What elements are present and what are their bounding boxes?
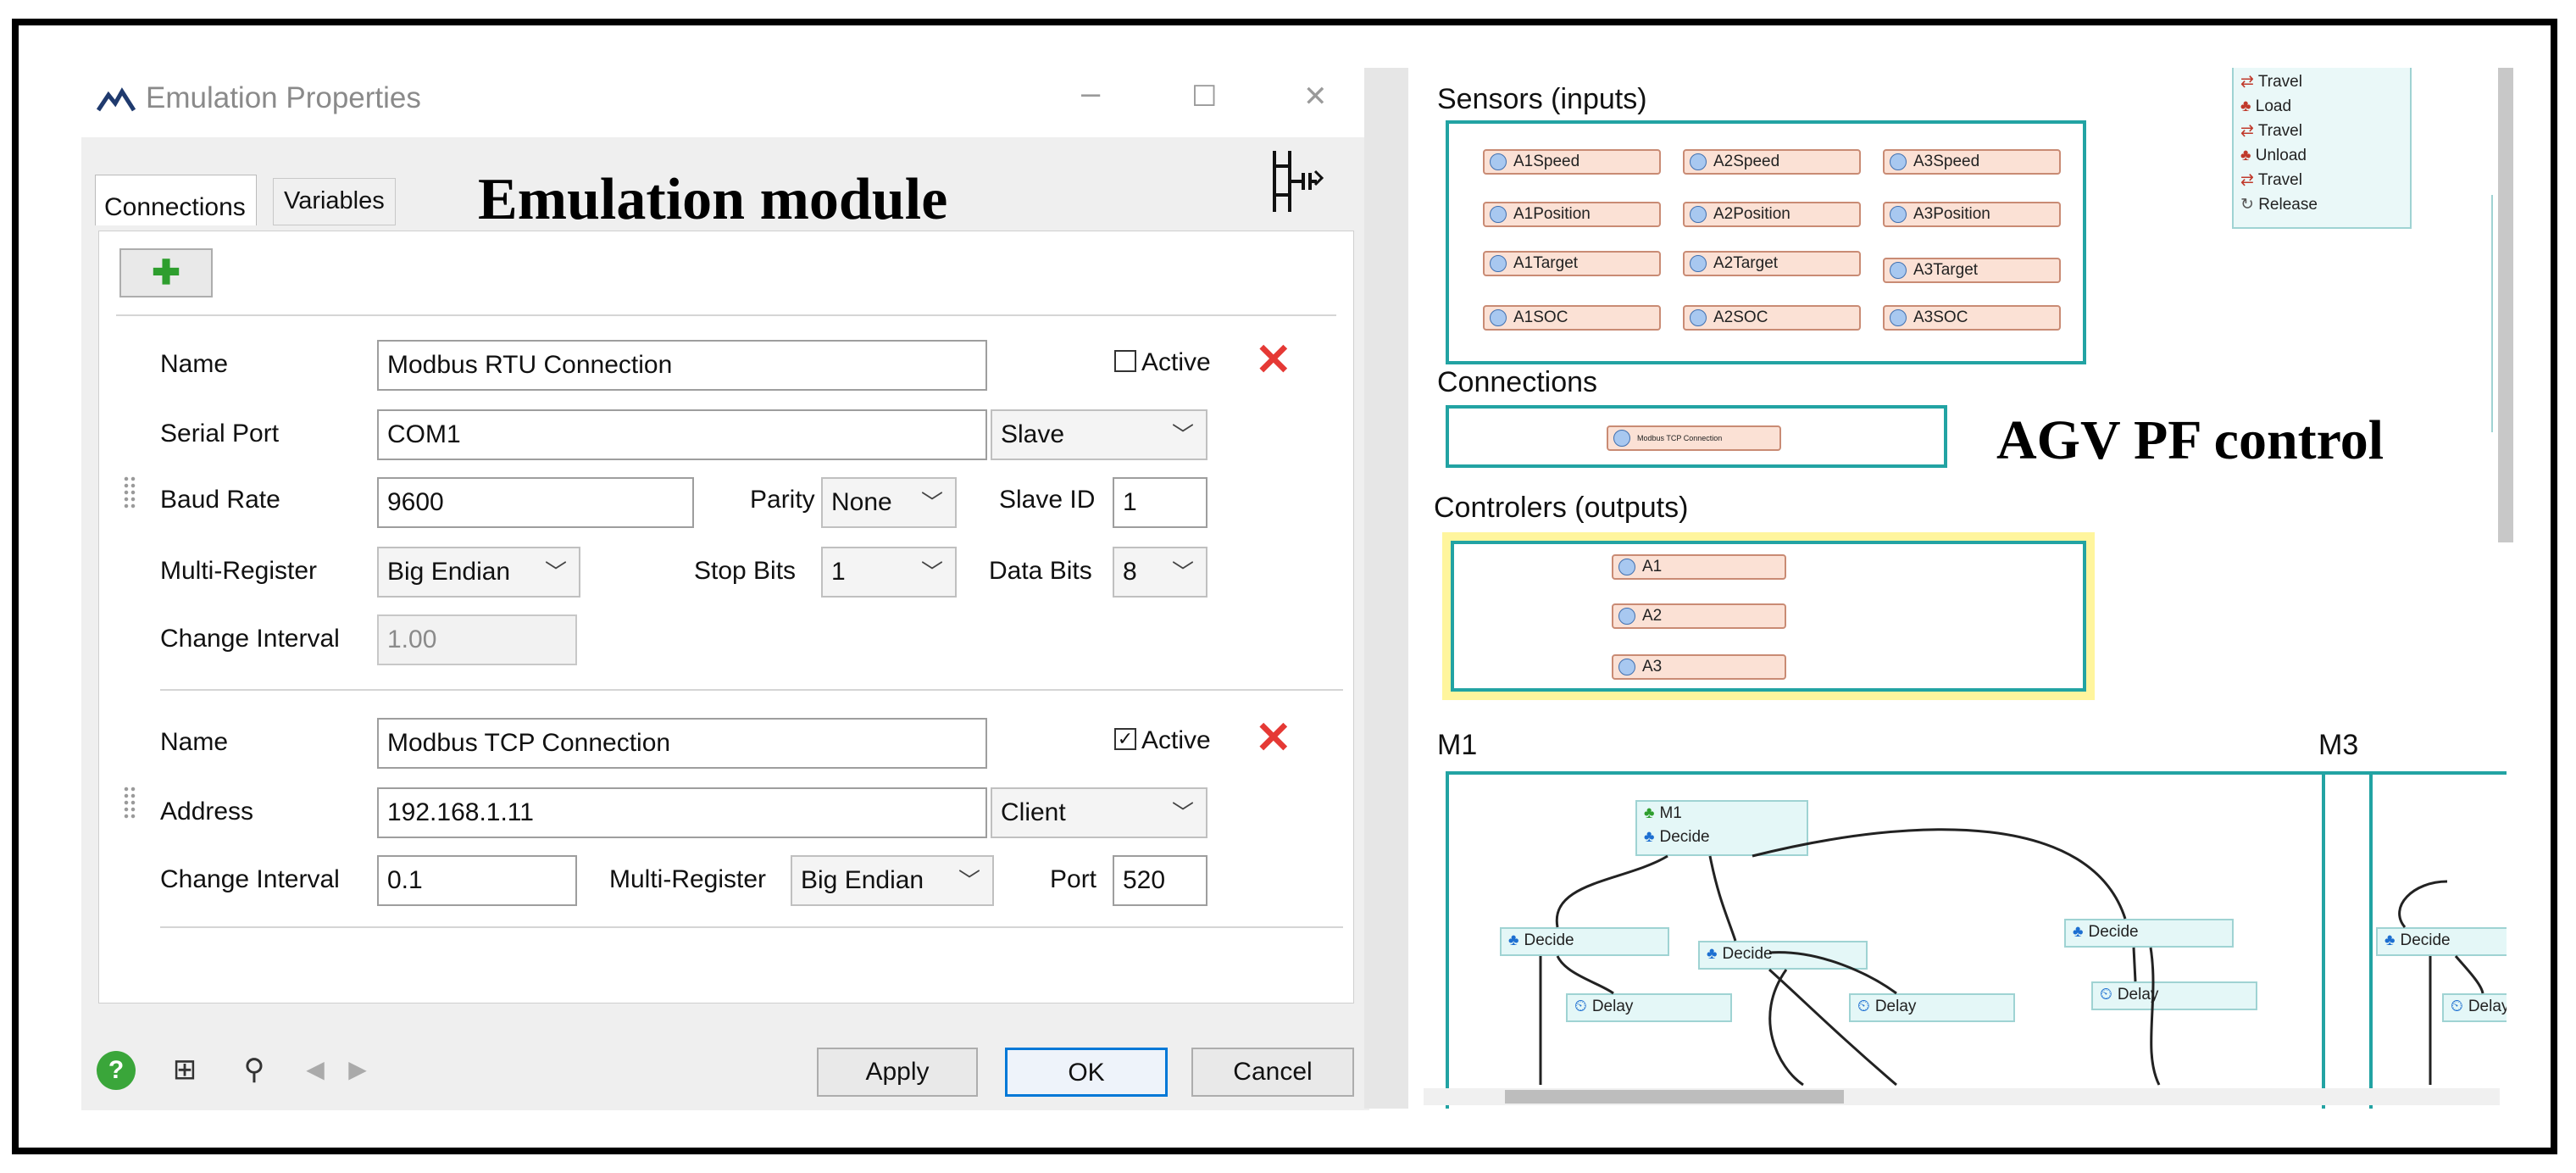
tab-variables[interactable]: Variables: [273, 178, 396, 225]
parity-select[interactable]: None ﹀: [821, 477, 957, 528]
tcp-multi-register-select[interactable]: Big Endian ﹀: [791, 855, 994, 906]
data-bits-value: 8: [1123, 558, 1137, 586]
cancel-button[interactable]: Cancel: [1191, 1048, 1354, 1097]
emulation-properties-dialog: Emulation Properties – ☐ ✕ Connections V…: [81, 68, 1369, 1110]
chevron-down-icon: ﹀: [1171, 422, 1194, 448]
parity-label: Parity: [750, 486, 815, 514]
slave-id-input[interactable]: 1: [1113, 477, 1208, 528]
delete-rtu-connection-button[interactable]: ✕: [1255, 338, 1292, 382]
address-label: Address: [160, 798, 254, 826]
name-label: Name: [160, 350, 229, 378]
rtu-multi-register-select[interactable]: Big Endian ﹀: [377, 547, 580, 598]
change-interval-label: Change Interval: [160, 625, 340, 653]
divider: [160, 689, 1343, 691]
address-input[interactable]: 192.168.1.11: [377, 787, 987, 838]
chevron-down-icon: ﹀: [958, 868, 980, 893]
stop-bits-label: Stop Bits: [694, 557, 797, 585]
ok-button[interactable]: OK: [1005, 1048, 1168, 1097]
minimize-button[interactable]: –: [1081, 75, 1100, 113]
active-label: Active: [1141, 726, 1211, 754]
stop-bits-select[interactable]: 1 ﹀: [821, 547, 957, 598]
apply-button[interactable]: Apply: [817, 1048, 978, 1097]
drag-handle-icon[interactable]: [123, 786, 136, 820]
chevron-down-icon: ﹀: [1171, 559, 1194, 585]
tcp-multi-register-value: Big Endian: [801, 866, 924, 894]
splitter[interactable]: [1364, 68, 1408, 1109]
dialog-footer: ? ⊞ ⚲ ◀ ▶ Apply OK Cancel: [81, 1036, 1369, 1110]
tree-icon[interactable]: ⊞: [163, 1048, 207, 1092]
maximize-button[interactable]: ☐: [1191, 80, 1217, 114]
rtu-name-input[interactable]: Modbus RTU Connection: [377, 340, 987, 391]
chevron-down-icon: ﹀: [920, 559, 943, 585]
change-interval-label: Change Interval: [160, 865, 340, 893]
vertical-scrollbar[interactable]: [2498, 68, 2513, 542]
rtu-multi-register-value: Big Endian: [387, 558, 511, 586]
drag-handle-icon[interactable]: [123, 475, 136, 509]
emulation-ladder-icon: [1273, 151, 1324, 212]
app-logo-icon: [97, 87, 136, 112]
scrollbar-thumb[interactable]: [1505, 1090, 1844, 1104]
slave-id-label: Slave ID: [999, 486, 1096, 514]
tcp-role-select[interactable]: Client ﹀: [991, 787, 1208, 838]
chevron-down-icon: ﹀: [920, 490, 943, 515]
flow-connectors: [1539, 828, 2484, 1087]
chevron-down-icon: ﹀: [1171, 800, 1194, 826]
port-label: Port: [1050, 865, 1097, 893]
divider: [116, 314, 1336, 316]
connections-panel: ✚ Name Modbus RTU Connection Active ✕ Se…: [98, 231, 1354, 1003]
emulation-module-caption: Emulation module: [478, 167, 948, 232]
name-label: Name: [160, 728, 229, 756]
agv-model-canvas: Sensors (inputs) A1Speed A2Speed A3Speed…: [1413, 68, 2507, 1109]
multi-register-label: Multi-Register: [160, 557, 318, 585]
baud-rate-label: Baud Rate: [160, 486, 280, 514]
next-icon[interactable]: ▶: [336, 1048, 380, 1092]
dialog-body: Connections Variables Emulation module ✚…: [81, 137, 1369, 1036]
tcp-name-input[interactable]: Modbus TCP Connection: [377, 718, 987, 769]
help-icon[interactable]: ?: [97, 1051, 136, 1090]
title-bar: Emulation Properties – ☐ ✕: [81, 68, 1369, 137]
serial-port-label: Serial Port: [160, 420, 280, 448]
baud-rate-input[interactable]: 9600: [377, 477, 694, 528]
close-button[interactable]: ✕: [1303, 80, 1328, 114]
delete-tcp-connection-button[interactable]: ✕: [1255, 716, 1292, 760]
dialog-title: Emulation Properties: [146, 81, 421, 114]
divider: [160, 926, 1343, 928]
chevron-down-icon: ﹀: [544, 559, 567, 585]
port-input[interactable]: 520: [1113, 855, 1208, 906]
active-label: Active: [1141, 348, 1211, 376]
tcp-change-interval-input[interactable]: 0.1: [377, 855, 577, 906]
rtu-role-select[interactable]: Slave ﹀: [991, 409, 1208, 460]
tcp-role-value: Client: [1001, 798, 1066, 826]
serial-port-input[interactable]: COM1: [377, 409, 987, 460]
rtu-active-checkbox[interactable]: [1114, 350, 1136, 372]
multi-register-label: Multi-Register: [609, 865, 767, 893]
add-connection-button[interactable]: ✚: [119, 248, 213, 297]
previous-icon[interactable]: ◀: [293, 1048, 337, 1092]
tcp-active-checkbox[interactable]: ✓: [1114, 728, 1136, 750]
find-icon[interactable]: ⚲: [232, 1048, 276, 1092]
stop-bits-value: 1: [831, 558, 846, 586]
data-bits-label: Data Bits: [989, 557, 1092, 585]
plus-icon: ✚: [152, 254, 180, 292]
horizontal-scrollbar[interactable]: [1424, 1088, 2500, 1105]
rtu-change-interval-input: 1.00: [377, 614, 577, 665]
parity-value: None: [831, 488, 892, 516]
data-bits-select[interactable]: 8 ﹀: [1113, 547, 1208, 598]
rtu-role-value: Slave: [1001, 420, 1065, 448]
tab-connections[interactable]: Connections: [95, 175, 257, 225]
